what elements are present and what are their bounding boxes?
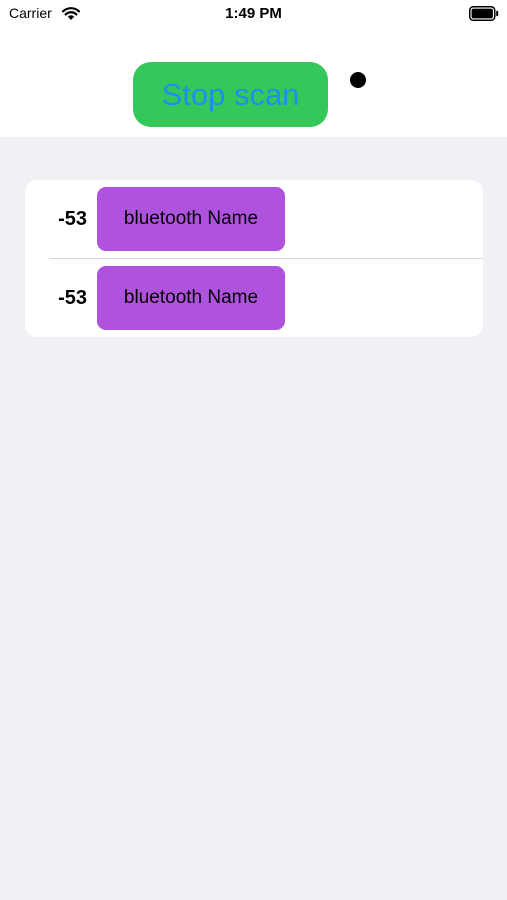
- device-name-label: bluetooth Name: [123, 287, 259, 308]
- battery-icon: [469, 6, 499, 21]
- status-time: 1:49 PM: [225, 5, 282, 22]
- status-bar: Carrier 1:49 PM: [0, 0, 507, 28]
- rssi-value: -53: [58, 208, 87, 230]
- stop-scan-button[interactable]: Stop scan: [133, 62, 328, 127]
- device-row: -53 bluetooth Name: [25, 180, 483, 259]
- rssi-value: -53: [58, 287, 87, 309]
- header-area: Carrier 1:49 PM Stop scan: [0, 0, 507, 137]
- device-list: -53 bluetooth Name -53 bluetooth Name: [25, 180, 483, 337]
- device-row: -53 bluetooth Name: [25, 259, 483, 337]
- device-name-label: bluetooth Name: [123, 208, 259, 229]
- device-name-button[interactable]: bluetooth Name: [97, 187, 285, 251]
- device-name-button[interactable]: bluetooth Name: [97, 266, 285, 330]
- scan-indicator-dot: [350, 72, 366, 88]
- stop-scan-label: Stop scan: [161, 76, 300, 112]
